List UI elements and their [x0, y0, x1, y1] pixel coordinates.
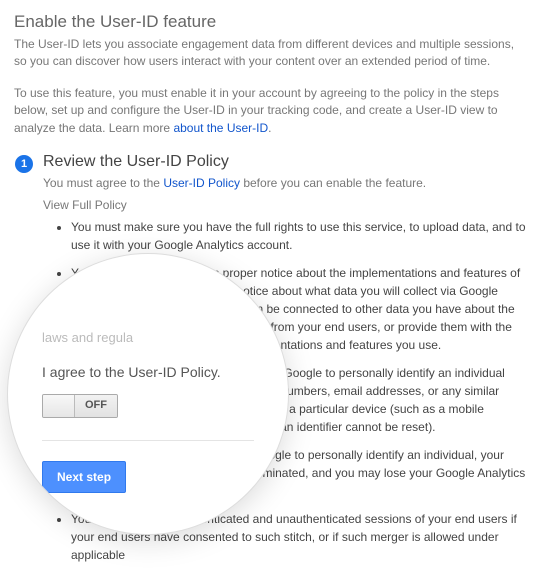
- intro-paragraph-1: The User-ID lets you associate engagemen…: [14, 36, 526, 71]
- view-full-policy-link[interactable]: View Full Policy: [43, 198, 526, 212]
- step-number-badge: 1: [15, 155, 33, 173]
- agree-toggle[interactable]: OFF: [42, 394, 118, 418]
- step-title: Review the User-ID Policy: [43, 153, 526, 171]
- agree-policy-text: I agree to the User-ID Policy.: [42, 364, 254, 380]
- divider: [42, 440, 254, 441]
- intro2-post: .: [268, 121, 271, 135]
- page-title: Enable the User-ID feature: [14, 12, 526, 32]
- about-user-id-link[interactable]: about the User-ID: [173, 121, 268, 135]
- step-subtext: You must agree to the User-ID Policy bef…: [43, 175, 526, 192]
- list-item: You must make sure you have the full rig…: [71, 218, 526, 254]
- user-id-policy-link[interactable]: User-ID Policy: [163, 176, 240, 190]
- toggle-handle: [43, 395, 75, 417]
- toggle-state-label: OFF: [75, 395, 117, 417]
- magnifier-lens: laws and regula I agree to the User-ID P…: [8, 254, 288, 534]
- magnified-background-text: laws and regula: [42, 328, 254, 348]
- next-step-button[interactable]: Next step: [42, 461, 126, 493]
- intro-paragraph-2: To use this feature, you must enable it …: [14, 85, 526, 137]
